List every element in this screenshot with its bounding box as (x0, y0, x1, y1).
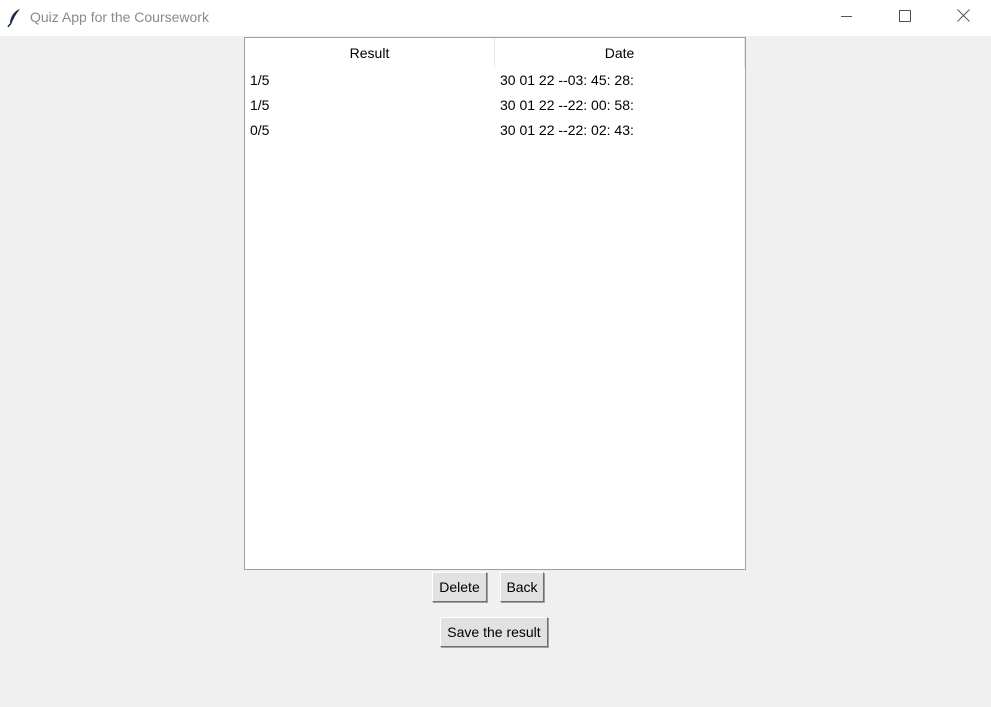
maximize-button[interactable] (876, 0, 934, 36)
title-bar[interactable]: Quiz App for the Coursework (0, 0, 991, 36)
result-cell: 1/5 (250, 97, 270, 113)
result-cell: 1/5 (250, 72, 270, 88)
table-header: Result Date (245, 38, 745, 67)
close-button[interactable] (934, 0, 991, 36)
delete-button[interactable]: Delete (432, 572, 487, 602)
maximize-icon (899, 9, 911, 27)
date-cell: 30 01 22 --22: 00: 58: (500, 97, 634, 113)
close-icon (956, 9, 970, 27)
app-window: Quiz App for the Coursework Result Date … (0, 0, 991, 707)
result-cell: 0/5 (250, 122, 270, 138)
minimize-button[interactable] (818, 0, 876, 36)
table-row[interactable]: 1/5 30 01 22 --22: 00: 58: (245, 93, 745, 118)
column-header-result[interactable]: Result (245, 38, 495, 67)
table-row[interactable]: 1/5 30 01 22 --03: 45: 28: (245, 68, 745, 93)
save-result-button[interactable]: Save the result (440, 617, 548, 647)
feather-icon (7, 8, 23, 28)
results-table[interactable]: Result Date 1/5 30 01 22 --03: 45: 28: 1… (244, 37, 746, 570)
window-title: Quiz App for the Coursework (30, 9, 209, 25)
back-button[interactable]: Back (500, 572, 544, 602)
date-cell: 30 01 22 --03: 45: 28: (500, 72, 634, 88)
column-header-date[interactable]: Date (495, 38, 745, 67)
minimize-icon (841, 9, 853, 27)
date-cell: 30 01 22 --22: 02: 43: (500, 122, 634, 138)
table-row[interactable]: 0/5 30 01 22 --22: 02: 43: (245, 118, 745, 143)
